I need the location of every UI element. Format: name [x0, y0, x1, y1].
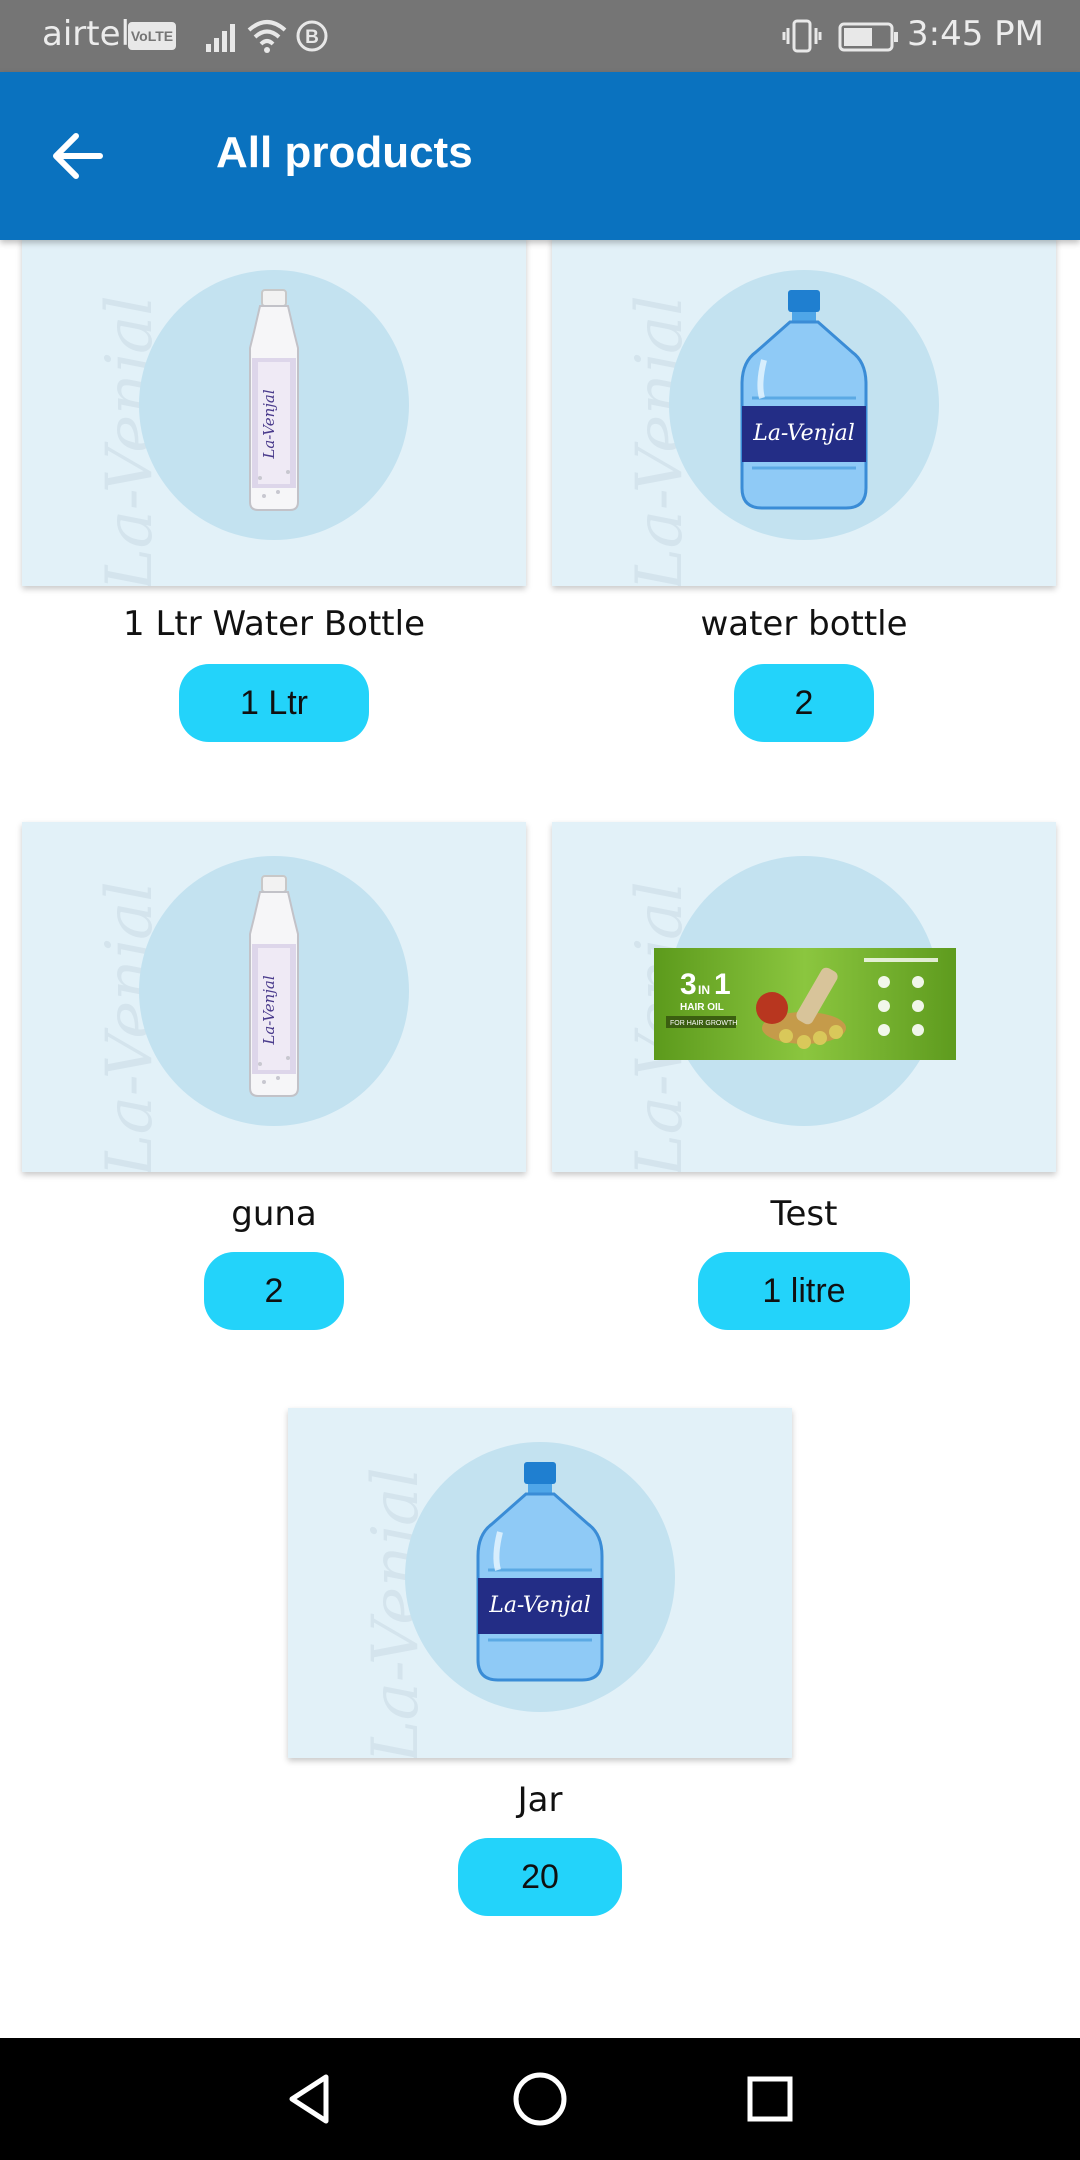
wifi-icon	[247, 20, 287, 53]
carrier-name: airtel	[42, 14, 130, 54]
product-card-5[interactable]: La-Venjal La-Venjal Jar 20	[288, 1408, 792, 1916]
jar-brand-label: La-Venjal	[488, 1593, 591, 1618]
product-image-card[interactable]: La-Venjal 3 IN 1 HAIR OIL FOR HAIR GROWT…	[552, 822, 1056, 1172]
page-title: All products	[216, 128, 473, 177]
hair-oil-banner-image: 3 IN 1 HAIR OIL FOR HAIR GROWTH	[654, 948, 956, 1060]
bottle-brand-label: La-Venjal	[260, 389, 278, 459]
svg-text:B: B	[305, 27, 319, 48]
triangle-back-icon	[289, 2074, 329, 2124]
back-button[interactable]	[42, 120, 114, 192]
nav-back-button[interactable]	[276, 2065, 344, 2133]
banner-in-text: IN	[698, 983, 710, 997]
banner-one-text: 1	[714, 968, 731, 1001]
small-bottle-image: La-Venjal	[249, 289, 299, 511]
status-time: 3:45 PM	[907, 14, 1044, 54]
vibrate-icon	[782, 19, 822, 53]
nav-recents-button[interactable]	[736, 2065, 804, 2133]
product-qty-pill[interactable]: 2	[204, 1252, 344, 1330]
product-card-1[interactable]: La-Venjal La-Venjal 1 Ltr Water Bottle 1…	[22, 240, 526, 742]
product-name: Test	[770, 1194, 838, 1234]
product-qty-pill[interactable]: 1 litre	[698, 1252, 910, 1330]
product-image-card[interactable]: La-Venjal La-Venjal	[22, 240, 526, 586]
water-jar-image: La-Venjal	[476, 1462, 604, 1682]
system-nav-bar	[0, 2038, 1080, 2160]
product-name: guna	[231, 1194, 317, 1234]
product-card-3[interactable]: La-Venjal La-Venjal guna 2	[22, 822, 526, 1330]
battery-icon	[838, 22, 898, 52]
volte-badge: VoLTE	[128, 22, 176, 50]
arrow-left-icon	[53, 133, 103, 179]
product-qty-pill[interactable]: 2	[734, 664, 874, 742]
banner-line1: HAIR OIL	[680, 1002, 724, 1013]
banner-big-text: 3	[680, 968, 697, 1001]
product-name: 1 Ltr Water Bottle	[123, 604, 425, 644]
product-card-2[interactable]: La-Venjal La-Venjal water bottle 2	[552, 240, 1056, 742]
product-name: water bottle	[700, 604, 908, 644]
product-qty-pill[interactable]: 1 Ltr	[179, 664, 369, 742]
circle-home-icon	[513, 2072, 567, 2126]
small-bottle-image: La-Venjal	[249, 875, 299, 1097]
status-bar: airtel VoLTE B 3:45 PM	[0, 0, 1080, 72]
product-image-card[interactable]: La-Venjal La-Venjal	[552, 240, 1056, 586]
water-jar-image: La-Venjal	[740, 290, 868, 510]
product-grid: La-Venjal La-Venjal 1 Ltr Water Bottle 1…	[0, 240, 1080, 2038]
product-image-card[interactable]: La-Venjal La-Venjal	[22, 822, 526, 1172]
bottle-brand-label: La-Venjal	[260, 975, 278, 1045]
b-icon: B	[296, 20, 328, 52]
product-qty-pill[interactable]: 20	[458, 1838, 622, 1916]
product-name: Jar	[517, 1780, 563, 1820]
square-recents-icon	[747, 2076, 793, 2122]
banner-line2: FOR HAIR GROWTH	[670, 1020, 737, 1027]
product-image-card[interactable]: La-Venjal La-Venjal	[288, 1408, 792, 1758]
nav-home-button[interactable]	[506, 2065, 574, 2133]
signal-icon	[206, 24, 235, 52]
app-bar: All products	[0, 72, 1080, 240]
product-card-4[interactable]: La-Venjal 3 IN 1 HAIR OIL FOR HAIR GROWT…	[552, 822, 1056, 1330]
jar-brand-label: La-Venjal	[752, 421, 855, 446]
